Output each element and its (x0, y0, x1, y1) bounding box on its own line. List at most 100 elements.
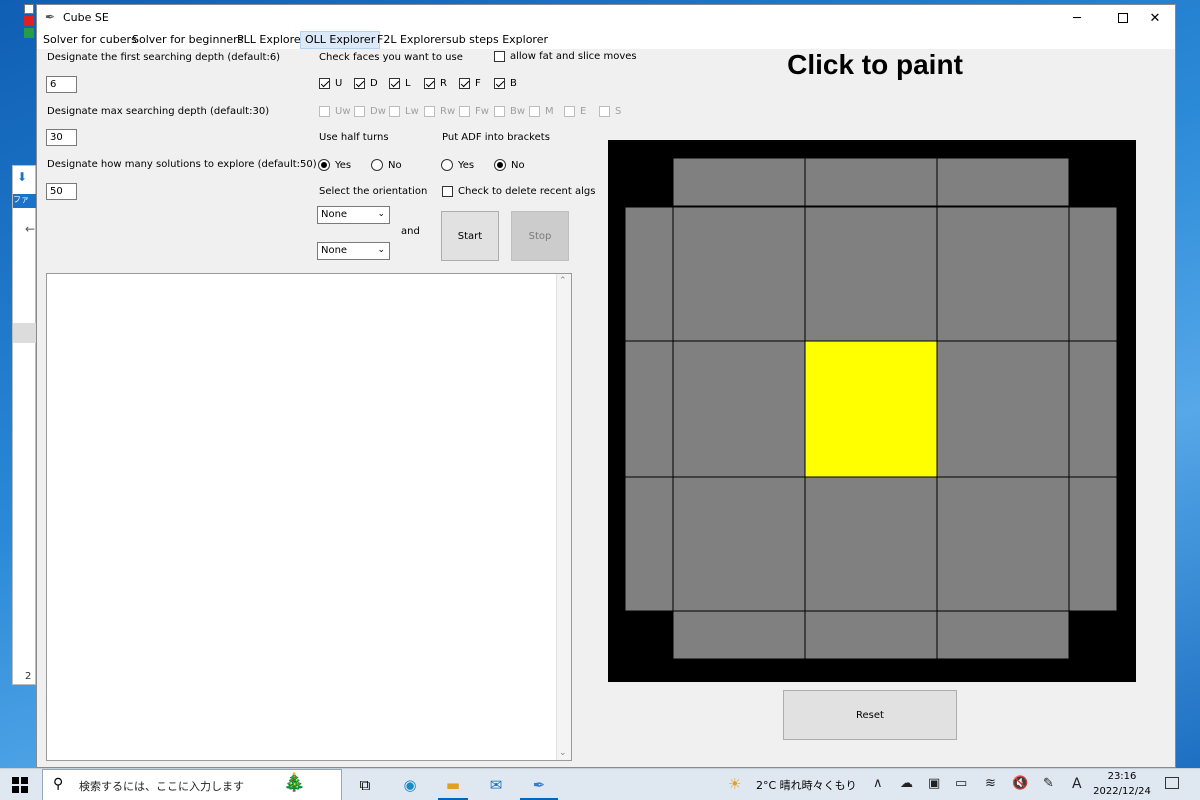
adf-yes-radio[interactable]: Yes (441, 159, 474, 171)
edge-icon[interactable]: ◉ (395, 773, 425, 797)
weather-text[interactable]: 2°C 晴れ時々くもり (756, 777, 857, 793)
sticker-bottom-1[interactable] (804, 610, 938, 660)
orientation-select-1[interactable]: None ⌄ (317, 206, 390, 224)
sticker-face-0-1[interactable] (804, 206, 938, 342)
app-icon[interactable] (24, 16, 34, 26)
python-app-icon[interactable]: ✒ (524, 773, 554, 797)
output-scrollbar[interactable]: ⌃ ⌄ (556, 274, 571, 760)
mail-icon[interactable]: ✉ (481, 773, 511, 797)
adf-yes-circle[interactable] (441, 159, 453, 171)
menu-oll-explorer[interactable]: OLL Explorer (300, 31, 381, 49)
wifi-icon[interactable]: ≋ (985, 776, 996, 791)
face-checkbox-box[interactable] (389, 78, 400, 89)
half-turns-no-radio[interactable]: No (371, 159, 402, 171)
cube-canvas[interactable] (608, 140, 1136, 682)
cloud-icon[interactable]: ☁ (900, 776, 913, 791)
start-button[interactable]: Start (441, 211, 499, 261)
clock-time[interactable]: 23:16 (1094, 771, 1150, 782)
sticker-face-0-0[interactable] (672, 206, 806, 342)
face-checkbox-uw[interactable]: Uw (319, 106, 351, 117)
minimize-button[interactable]: ─ (1054, 5, 1100, 31)
sticker-top-2[interactable] (936, 157, 1070, 207)
task-view-icon[interactable]: ⧉ (350, 773, 380, 797)
fat-slice-checkbox[interactable]: allow fat and slice moves (494, 51, 637, 62)
sticker-face-2-2[interactable] (936, 476, 1070, 612)
face-checkbox-box[interactable] (354, 106, 365, 117)
face-checkbox-r[interactable]: R (424, 78, 447, 89)
solutions-output[interactable]: ⌃ ⌄ (46, 273, 572, 761)
fat-slice-box[interactable] (494, 51, 505, 62)
face-checkbox-box[interactable] (459, 78, 470, 89)
face-checkbox-box[interactable] (424, 78, 435, 89)
face-checkbox-box[interactable] (424, 106, 435, 117)
menu-sub-steps-explorer[interactable]: sub steps Explorer (442, 31, 552, 49)
scroll-down-icon[interactable]: ⌄ (559, 748, 567, 758)
face-checkbox-u[interactable]: U (319, 78, 342, 89)
face-checkbox-box[interactable] (529, 106, 540, 117)
face-checkbox-lw[interactable]: Lw (389, 106, 419, 117)
battery-icon[interactable]: ▭ (955, 776, 967, 791)
half-turns-yes-radio[interactable]: Yes (318, 159, 351, 171)
adf-no-radio[interactable]: No (494, 159, 525, 171)
sticker-face-1-2[interactable] (936, 340, 1070, 478)
menu-pll-explorer[interactable]: PLL Explorer (233, 31, 309, 49)
face-checkbox-box[interactable] (459, 106, 470, 117)
sticker-face-2-1[interactable] (804, 476, 938, 612)
face-checkbox-s[interactable]: S (599, 106, 621, 117)
file-explorer-icon[interactable]: ▬ (438, 773, 468, 797)
document-icon[interactable] (24, 4, 34, 14)
face-checkbox-e[interactable]: E (564, 106, 586, 117)
stop-button[interactable]: Stop (511, 211, 569, 261)
cube-diagram[interactable] (608, 140, 1136, 682)
delete-recent-box[interactable] (442, 186, 453, 197)
face-checkbox-rw[interactable]: Rw (424, 106, 455, 117)
half-turns-no-circle[interactable] (371, 159, 383, 171)
sticker-face-1-1[interactable] (804, 340, 938, 478)
sticker-face-2-0[interactable] (672, 476, 806, 612)
weather-icon[interactable]: ☀ (728, 775, 741, 793)
back-arrow-icon[interactable]: ← (25, 222, 35, 236)
face-checkbox-box[interactable] (564, 106, 575, 117)
sticker-face-0-2[interactable] (936, 206, 1070, 342)
solutions-input[interactable] (46, 183, 77, 200)
title-bar[interactable]: ✒ Cube SE ─ ✕ (37, 5, 1175, 31)
ime-indicator[interactable]: A (1072, 776, 1082, 792)
sticker-left-0[interactable] (624, 206, 674, 342)
face-checkbox-d[interactable]: D (354, 78, 378, 89)
face-checkbox-bw[interactable]: Bw (494, 106, 525, 117)
sticker-left-1[interactable] (624, 340, 674, 478)
scroll-up-icon[interactable]: ⌃ (559, 276, 567, 286)
face-checkbox-box[interactable] (319, 78, 330, 89)
max-depth-input[interactable] (46, 129, 77, 146)
chevron-up-icon[interactable]: ∧ (873, 776, 883, 791)
face-checkbox-dw[interactable]: Dw (354, 106, 386, 117)
reset-button[interactable]: Reset (783, 690, 957, 740)
orientation-select-2[interactable]: None ⌄ (317, 242, 390, 260)
clock-date[interactable]: 2022/12/24 (1090, 786, 1154, 797)
face-checkbox-box[interactable] (494, 78, 505, 89)
sticker-bottom-0[interactable] (672, 610, 806, 660)
meet-icon[interactable]: ▣ (928, 776, 940, 791)
sticker-bottom-2[interactable] (936, 610, 1070, 660)
face-checkbox-b[interactable]: B (494, 78, 517, 89)
face-checkbox-box[interactable] (494, 106, 505, 117)
start-button[interactable] (12, 777, 28, 793)
app-icon-2[interactable] (24, 28, 34, 38)
menu-f2l-explorer[interactable]: F2L Explorer (373, 31, 450, 49)
half-turns-yes-circle[interactable] (318, 159, 330, 171)
menu-solver-for-cubers[interactable]: Solver for cubers (39, 31, 141, 49)
face-checkbox-l[interactable]: L (389, 78, 411, 89)
adf-no-circle[interactable] (494, 159, 506, 171)
sticker-top-1[interactable] (804, 157, 938, 207)
sticker-left-2[interactable] (624, 476, 674, 612)
face-checkbox-box[interactable] (354, 78, 365, 89)
mute-icon[interactable]: 🔇 (1012, 776, 1028, 791)
delete-recent-checkbox[interactable]: Check to delete recent algs (442, 186, 595, 197)
pen-icon[interactable]: ✎ (1043, 776, 1054, 791)
close-button[interactable]: ✕ (1132, 5, 1178, 31)
background-window[interactable]: ⬇ ファ ← 2 (12, 165, 37, 685)
face-checkbox-box[interactable] (389, 106, 400, 117)
sticker-right-2[interactable] (1068, 476, 1118, 612)
notification-icon[interactable] (1165, 777, 1179, 789)
background-window-tab[interactable]: ファ (13, 194, 37, 208)
